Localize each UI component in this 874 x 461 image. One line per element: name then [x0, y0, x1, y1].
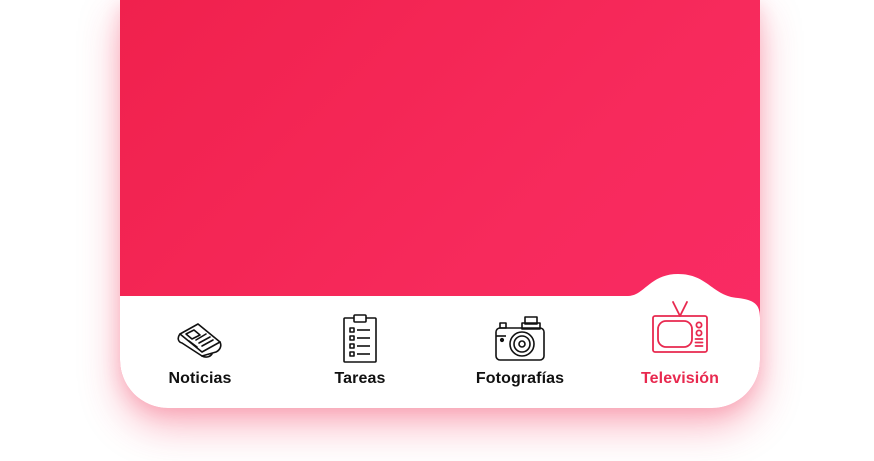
content-area — [120, 0, 760, 300]
camera-icon — [495, 316, 545, 361]
tab-label: Televisión — [640, 370, 720, 387]
tab-label: Tareas — [334, 370, 386, 387]
tab-tareas[interactable]: Tareas — [280, 274, 440, 408]
tab-noticias[interactable]: Noticias — [120, 274, 280, 408]
tab-label: Fotografías — [475, 370, 565, 387]
tab-fotografias[interactable]: Fotografías — [440, 274, 600, 408]
television-icon — [652, 301, 708, 353]
newspaper-icon — [177, 323, 222, 358]
app-frame: Noticias Tareas Fotografías Televisión — [120, 0, 760, 408]
bottom-tab-bar: Noticias Tareas Fotografías Televisión — [120, 274, 760, 408]
tab-television[interactable]: Televisión — [600, 274, 760, 408]
clipboard-list-icon — [343, 314, 377, 363]
tab-label: Noticias — [168, 370, 232, 387]
